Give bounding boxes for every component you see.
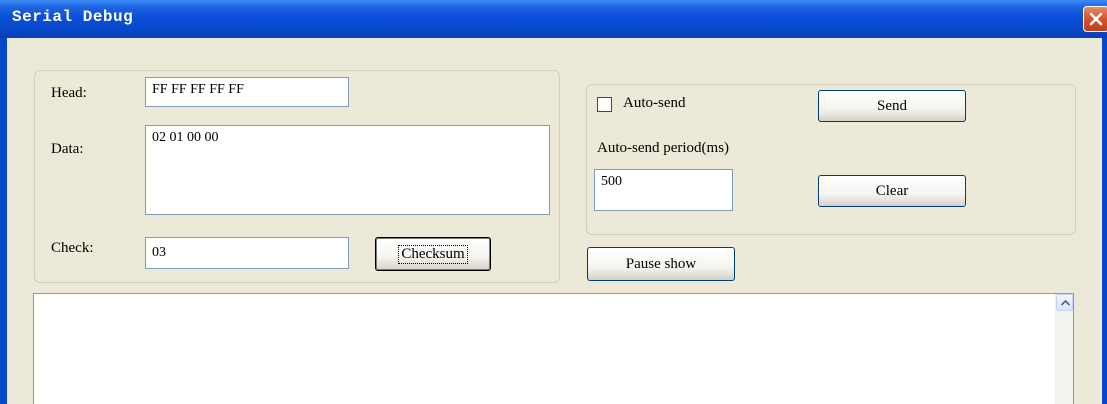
data-group: Head: FF FF FF FF FF Data: 02 01 00 00 C… bbox=[34, 70, 560, 283]
client-area: Head: FF FF FF FF FF Data: 02 01 00 00 C… bbox=[0, 38, 1107, 404]
chevron-up-icon bbox=[1060, 299, 1071, 306]
title-bar[interactable]: Serial Debug bbox=[0, 0, 1107, 38]
check-field[interactable]: 03 bbox=[145, 237, 349, 269]
window-title: Serial Debug bbox=[12, 8, 134, 26]
auto-send-label[interactable]: Auto-send bbox=[623, 95, 686, 112]
send-button[interactable]: Send bbox=[818, 90, 966, 122]
check-label: Check: bbox=[51, 240, 94, 256]
pause-show-button[interactable]: Pause show bbox=[587, 247, 735, 281]
checksum-button-label: Checksum bbox=[398, 244, 468, 264]
head-field[interactable]: FF FF FF FF FF bbox=[145, 77, 349, 107]
vertical-scrollbar[interactable] bbox=[1055, 294, 1073, 404]
checksum-button[interactable]: Checksum bbox=[375, 237, 491, 271]
head-label: Head: bbox=[51, 85, 87, 101]
send-group: Auto-send Send Auto-send period(ms) 500 … bbox=[586, 84, 1076, 235]
auto-send-checkbox[interactable] bbox=[597, 97, 612, 112]
clear-button[interactable]: Clear bbox=[818, 175, 966, 207]
auto-send-period-field[interactable]: 500 bbox=[594, 169, 733, 211]
log-output[interactable] bbox=[33, 293, 1074, 404]
auto-send-period-label: Auto-send period(ms) bbox=[597, 140, 730, 156]
window-frame-left bbox=[0, 38, 7, 404]
window-frame-right bbox=[1102, 38, 1107, 404]
close-button[interactable] bbox=[1083, 6, 1107, 32]
data-field[interactable]: 02 01 00 00 bbox=[145, 125, 550, 215]
serial-debug-window: Serial Debug Head: FF FF FF FF FF Data: … bbox=[0, 0, 1107, 404]
data-label: Data: bbox=[51, 141, 84, 157]
scroll-up-button[interactable] bbox=[1056, 294, 1073, 311]
close-icon bbox=[1089, 12, 1103, 26]
